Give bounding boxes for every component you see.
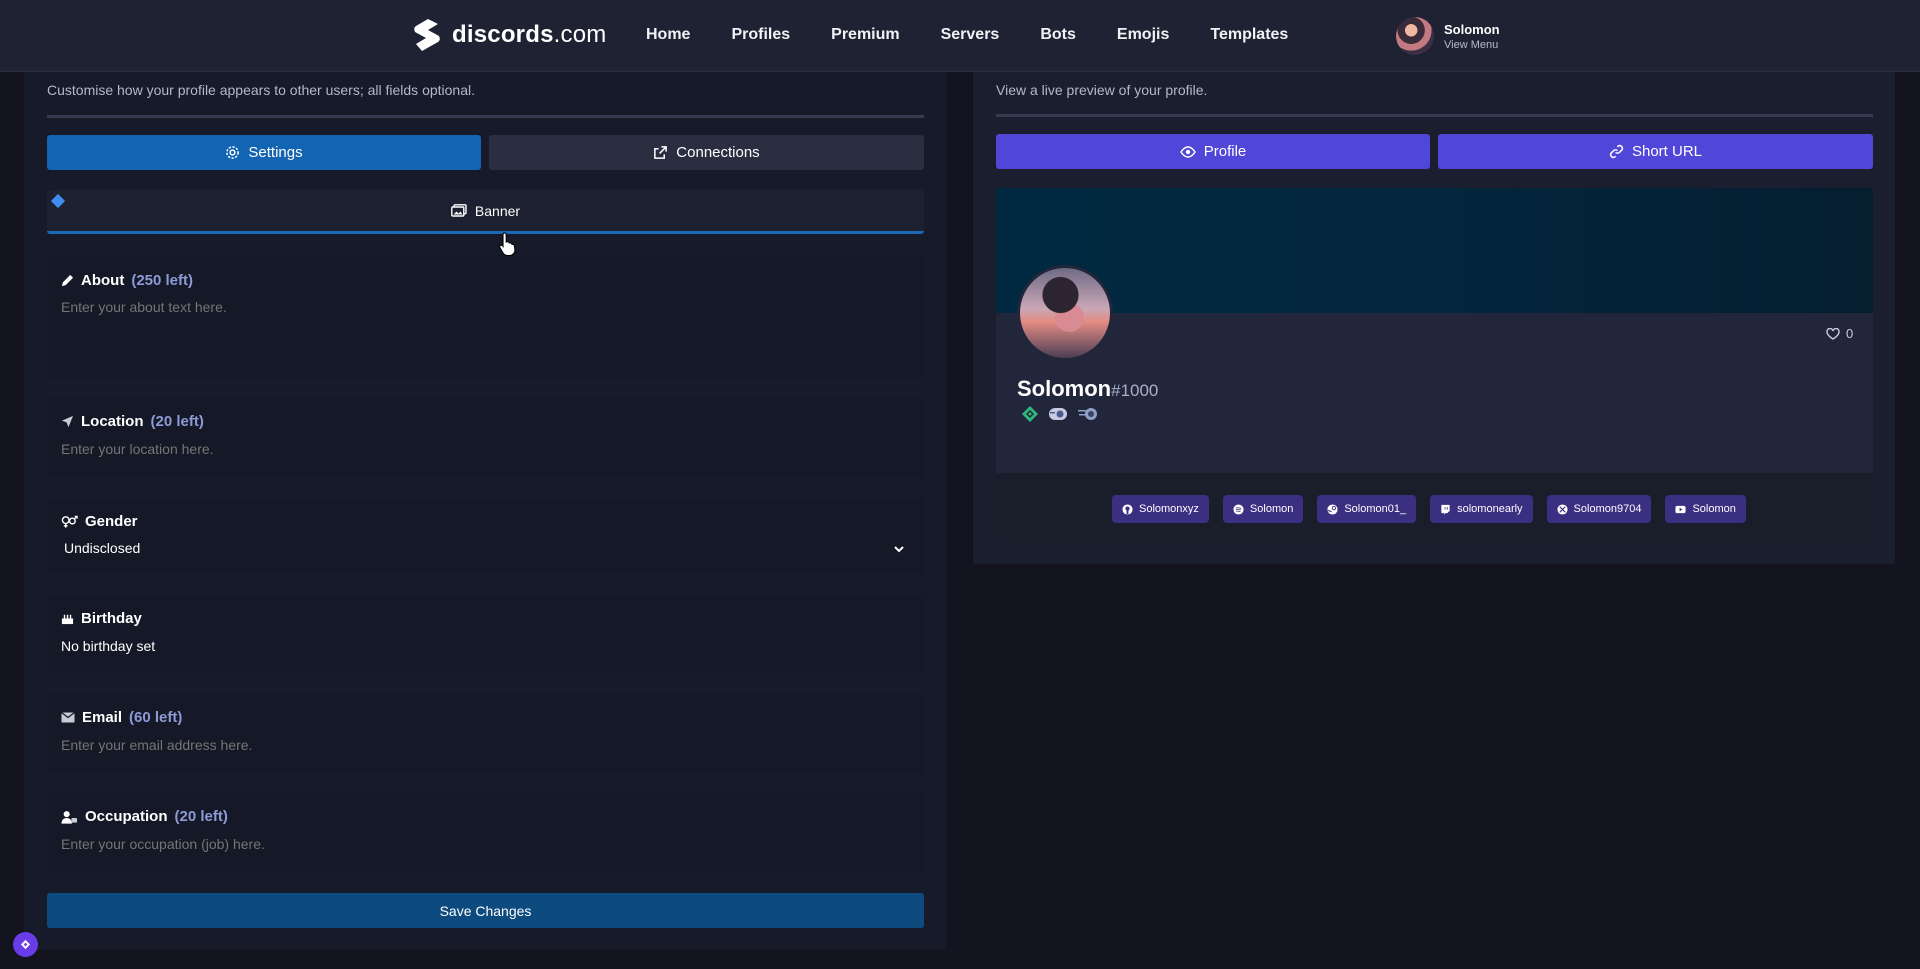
profile-button-label: Profile xyxy=(1203,143,1247,160)
connection-label: Solomon01_ xyxy=(1344,503,1407,515)
github-icon xyxy=(1122,503,1133,515)
connection-chip-youtube[interactable]: Solomon xyxy=(1665,495,1746,523)
gender-field: Gender Undisclosed xyxy=(47,498,924,574)
nav-emojis[interactable]: Emojis xyxy=(1117,26,1169,44)
floating-premium-button[interactable] xyxy=(13,932,38,957)
nitro-badge-icon xyxy=(1049,408,1067,420)
hand-cursor-icon xyxy=(499,232,516,256)
email-field: Email (60 left) xyxy=(47,694,924,774)
spotify-icon xyxy=(1233,503,1244,515)
external-link-icon xyxy=(654,146,668,159)
nav-home[interactable]: Home xyxy=(646,26,690,44)
hypesquad-badge-icon xyxy=(1022,406,1038,422)
preview-divider xyxy=(996,114,1873,117)
twitch-icon xyxy=(1441,504,1450,515)
about-label: About (250 left) xyxy=(61,272,193,289)
email-input[interactable] xyxy=(61,737,901,753)
envelope-icon xyxy=(61,712,75,723)
nav-servers[interactable]: Servers xyxy=(941,26,1000,44)
profile-avatar xyxy=(1017,265,1113,361)
connection-chip-twitch[interactable]: solomonearly xyxy=(1430,495,1533,523)
like-count: 0 xyxy=(1846,326,1854,341)
birthday-label: Birthday xyxy=(61,610,142,627)
connection-chip-xbox[interactable]: Solomon9704 xyxy=(1546,495,1652,523)
user-menu[interactable]: Solomon View Menu xyxy=(1396,17,1500,55)
location-arrow-icon xyxy=(61,415,74,428)
birthday-field: Birthday No birthday set xyxy=(47,595,924,671)
brand-logo[interactable]: discords.com xyxy=(412,18,606,52)
location-label: Location (20 left) xyxy=(61,413,204,430)
cake-icon xyxy=(61,614,74,625)
about-remaining: (250 left) xyxy=(131,272,194,289)
short-url-button[interactable]: Short URL xyxy=(1438,134,1873,169)
chevron-down-icon[interactable] xyxy=(892,542,906,556)
user-tie-icon xyxy=(61,810,78,824)
diamond-icon xyxy=(20,939,31,950)
link-icon xyxy=(1609,144,1624,159)
about-field: About (250 left) xyxy=(47,257,924,378)
connection-chip-spotify[interactable]: Solomon xyxy=(1222,495,1304,523)
gender-icon xyxy=(61,515,78,528)
nav-templates[interactable]: Templates xyxy=(1210,26,1288,44)
youtube-icon xyxy=(1675,505,1686,513)
tab-connections-label: Connections xyxy=(676,144,760,161)
discords-logo-icon xyxy=(414,19,440,51)
nav-premium[interactable]: Premium xyxy=(831,26,899,44)
brand-name: discords.com xyxy=(452,21,607,48)
xbox-icon xyxy=(1557,503,1568,515)
short-url-button-label: Short URL xyxy=(1631,143,1703,160)
profile-badges xyxy=(1021,405,1099,423)
location-input[interactable] xyxy=(61,441,901,457)
top-navbar: discords.com Home Profiles Premium Serve… xyxy=(0,0,1920,72)
eye-icon xyxy=(1179,145,1196,158)
occupation-remaining: (20 left) xyxy=(174,808,228,825)
connection-label: solomonearly xyxy=(1457,503,1523,515)
main-nav: Home Profiles Premium Servers Bots Emoji… xyxy=(646,26,1329,44)
connection-chip-github[interactable]: Solomonxyz xyxy=(1112,495,1209,523)
occupation-field: Occupation (20 left) xyxy=(47,793,924,873)
pencil-icon xyxy=(61,274,74,287)
connection-label: Solomon xyxy=(1692,503,1736,515)
email-label: Email (60 left) xyxy=(61,709,182,726)
email-remaining: (60 left) xyxy=(129,709,183,726)
profile-discriminator: #1000 xyxy=(1111,381,1159,400)
avatar xyxy=(1396,17,1434,55)
gender-select[interactable]: Undisclosed xyxy=(64,540,140,556)
banner-section-toggle[interactable]: Banner xyxy=(47,190,924,234)
nav-bots[interactable]: Bots xyxy=(1040,26,1076,44)
gender-label: Gender xyxy=(61,513,138,530)
connection-label: Solomon xyxy=(1249,503,1294,515)
profile-banner xyxy=(996,188,1873,313)
nav-profiles[interactable]: Profiles xyxy=(731,26,790,44)
save-changes-button[interactable]: Save Changes xyxy=(47,893,924,928)
settings-subtitle: Customise how your profile appears to ot… xyxy=(47,82,475,98)
banner-label: Banner xyxy=(474,202,521,219)
user-name: Solomon xyxy=(1444,21,1500,37)
connections-list: Solomonxyz Solomon Solomon01_ solomonear… xyxy=(1112,495,1746,523)
location-remaining: (20 left) xyxy=(150,413,204,430)
occupation-label: Occupation (20 left) xyxy=(61,808,228,825)
tab-settings-label: Settings xyxy=(248,144,303,161)
birthday-value[interactable]: No birthday set xyxy=(61,638,155,654)
tab-connections[interactable]: Connections xyxy=(489,135,924,170)
location-field: Location (20 left) xyxy=(47,398,924,478)
occupation-input[interactable] xyxy=(61,836,901,852)
about-input[interactable] xyxy=(61,299,901,369)
connection-label: Solomonxyz xyxy=(1139,503,1199,515)
preview-subtitle: View a live preview of your profile. xyxy=(996,82,1208,98)
heart-icon xyxy=(1826,327,1840,340)
tab-settings[interactable]: Settings xyxy=(47,135,481,170)
boost-badge-icon xyxy=(1078,408,1097,420)
view-menu-link[interactable]: View Menu xyxy=(1444,39,1500,51)
gear-icon xyxy=(226,146,240,159)
connection-chip-steam[interactable]: Solomon01_ xyxy=(1317,495,1417,523)
profile-username: Solomon#1000 xyxy=(1017,376,1159,401)
like-counter[interactable]: 0 xyxy=(1826,326,1853,341)
image-icon xyxy=(451,204,467,217)
settings-divider xyxy=(47,115,924,118)
profile-button[interactable]: Profile xyxy=(996,134,1430,169)
connection-label: Solomon9704 xyxy=(1573,503,1642,515)
steam-icon xyxy=(1327,503,1338,515)
